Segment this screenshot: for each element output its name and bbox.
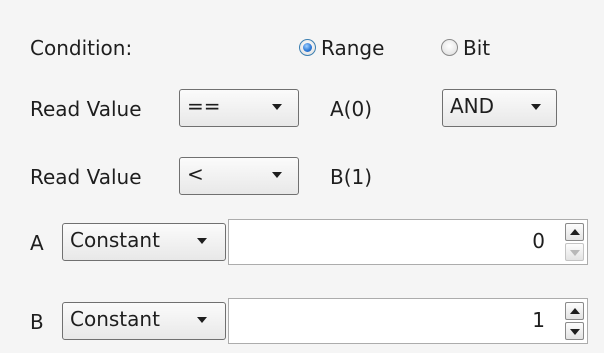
bit-radio-label: Bit <box>463 36 491 60</box>
operand-a-type-value: Constant <box>70 228 160 252</box>
range-radio-button[interactable] <box>299 39 316 56</box>
operand-b-type-select[interactable]: Constant <box>62 302 226 340</box>
operand-b-type-value: Constant <box>70 307 160 331</box>
spin-down-button[interactable] <box>565 243 584 261</box>
operand-a-value[interactable]: 0 <box>532 229 545 253</box>
condition-label: Condition: <box>30 36 133 60</box>
operator-select-2[interactable]: < <box>179 157 299 195</box>
arrow-up-icon <box>570 229 580 235</box>
spin-down-button[interactable] <box>565 322 584 340</box>
operand-a-type-select[interactable]: Constant <box>62 223 226 261</box>
spin-up-button[interactable] <box>565 223 584 241</box>
range-radio-label: Range <box>321 36 385 60</box>
operand-b-value-field[interactable]: 1 <box>228 298 588 344</box>
bit-radio-button[interactable] <box>441 39 458 56</box>
spin-up-button[interactable] <box>565 302 584 320</box>
read-value-label: Read Value <box>30 97 142 121</box>
chevron-down-icon <box>272 104 282 110</box>
chevron-down-icon <box>272 172 282 178</box>
chevron-down-icon <box>197 238 207 244</box>
chevron-down-icon <box>197 317 207 323</box>
logic-value: AND <box>450 94 495 118</box>
read-value-label: Read Value <box>30 165 142 189</box>
operand-a-name: A <box>30 231 44 255</box>
logic-select[interactable]: AND <box>442 89 557 127</box>
bit-radio-option[interactable]: Bit <box>441 36 531 60</box>
operator-value: == <box>187 94 221 118</box>
operator-value: < <box>187 162 204 186</box>
operand-a-value-field[interactable]: 0 <box>228 219 588 265</box>
arrow-down-icon <box>570 329 580 335</box>
operand-b-label: B(1) <box>330 165 373 189</box>
chevron-down-icon <box>531 104 541 110</box>
range-radio-option[interactable]: Range <box>299 36 419 60</box>
operator-select-1[interactable]: == <box>179 89 299 127</box>
arrow-up-icon <box>570 308 580 314</box>
operand-a-label: A(0) <box>330 97 373 121</box>
condition-panel: Condition: Range Bit Read Value == A(0) … <box>0 0 604 353</box>
arrow-down-icon <box>570 250 580 256</box>
operand-b-value[interactable]: 1 <box>532 308 545 332</box>
operand-b-name: B <box>30 310 44 334</box>
